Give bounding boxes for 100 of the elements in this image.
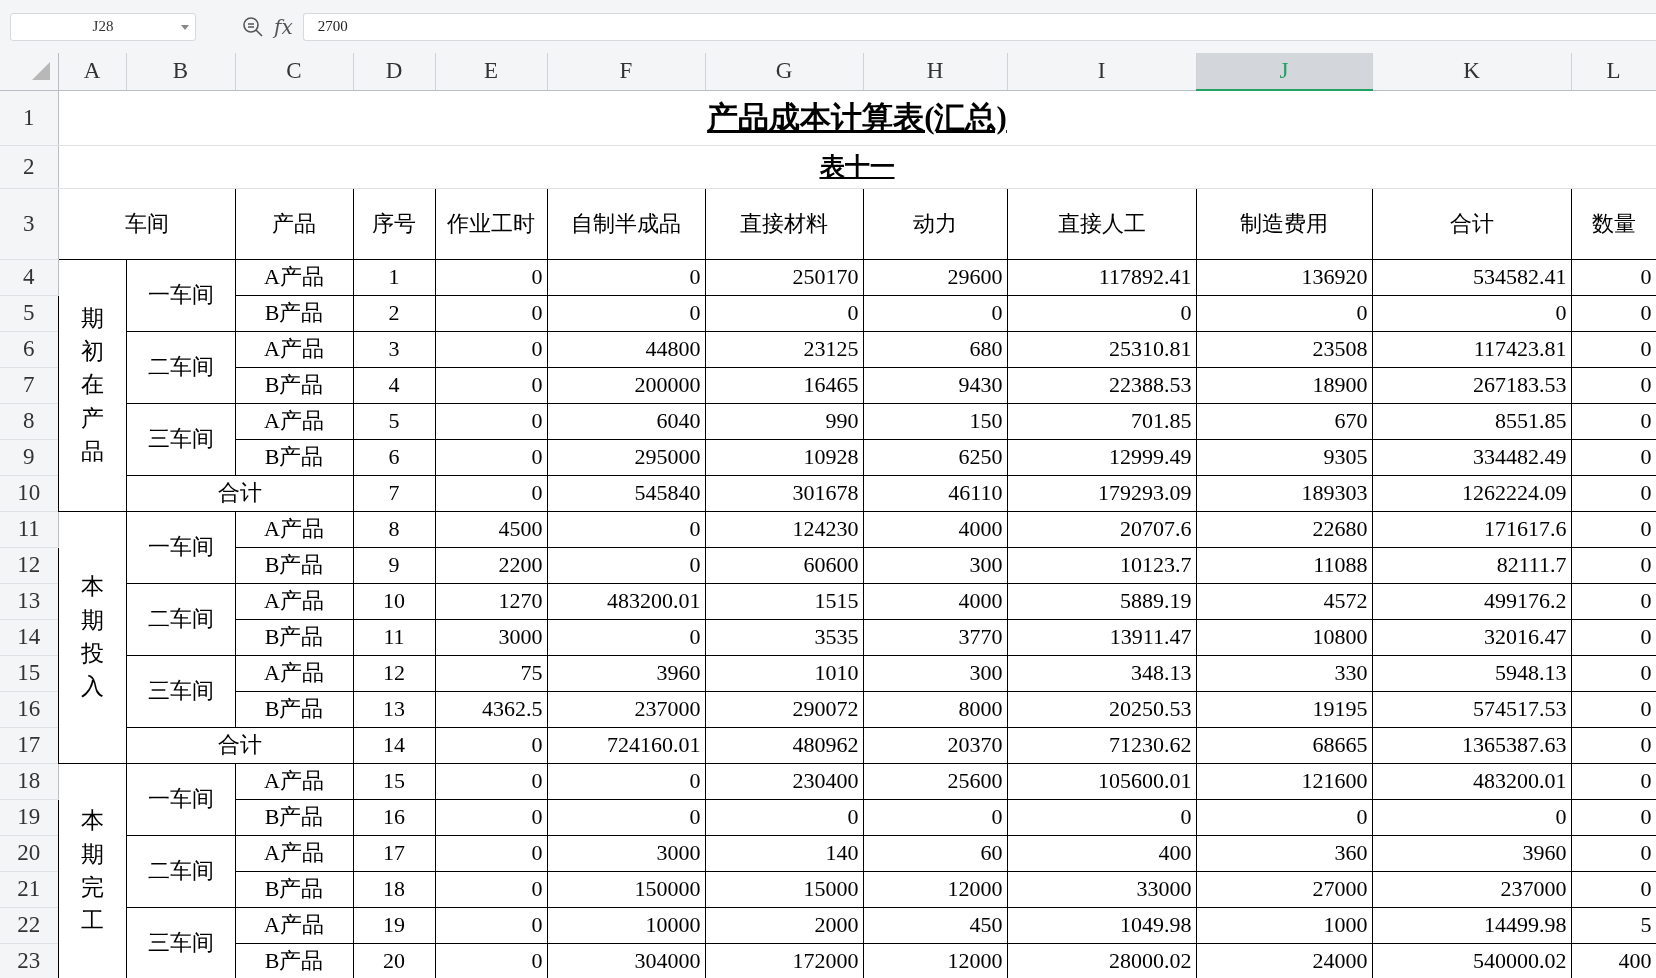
row-header[interactable]: 17	[0, 727, 58, 763]
table-cell: 121600	[1196, 763, 1372, 799]
table-cell: 10928	[705, 439, 863, 475]
product-cell: A产品	[235, 403, 353, 439]
product-cell: A产品	[235, 331, 353, 367]
table-cell: 450	[863, 907, 1007, 943]
table-cell: 60600	[705, 547, 863, 583]
row-header[interactable]: 22	[0, 907, 58, 943]
column-header[interactable]: I	[1007, 53, 1196, 90]
workshop-cell: 一车间	[126, 763, 235, 835]
table-cell: 499176.2	[1372, 583, 1571, 619]
table-cell: 8551.85	[1372, 403, 1571, 439]
table-cell: 25310.81	[1007, 331, 1196, 367]
row-header[interactable]: 15	[0, 655, 58, 691]
row-header[interactable]: 10	[0, 475, 58, 511]
row-header[interactable]: 23	[0, 943, 58, 978]
header-cell: 直接人工	[1007, 188, 1196, 259]
table-cell: 0	[435, 439, 547, 475]
table-cell: 117892.41	[1007, 259, 1196, 295]
table-cell: 0	[435, 763, 547, 799]
workshop-cell: 二车间	[126, 331, 235, 403]
triangle-icon	[32, 62, 50, 81]
table-cell: 3770	[863, 619, 1007, 655]
table-cell: 117423.81	[1372, 331, 1571, 367]
row-header[interactable]: 20	[0, 835, 58, 871]
table-cell: 348.13	[1007, 655, 1196, 691]
row-header[interactable]: 2	[0, 145, 58, 188]
table-cell: 23125	[705, 331, 863, 367]
row-header[interactable]: 8	[0, 403, 58, 439]
seq-cell: 16	[353, 799, 435, 835]
table-cell: 290072	[705, 691, 863, 727]
table-cell: 990	[705, 403, 863, 439]
row-header[interactable]: 3	[0, 188, 58, 259]
table-cell: 4000	[863, 583, 1007, 619]
column-header[interactable]: H	[863, 53, 1007, 90]
table-cell: 295000	[547, 439, 705, 475]
table-cell: 179293.09	[1007, 475, 1196, 511]
table-cell: 150000	[547, 871, 705, 907]
column-header[interactable]: K	[1372, 53, 1571, 90]
row-header[interactable]: 5	[0, 295, 58, 331]
seq-cell: 5	[353, 403, 435, 439]
function-label[interactable]: fx	[274, 14, 293, 39]
row-header[interactable]: 11	[0, 511, 58, 547]
table-cell: 171617.6	[1372, 511, 1571, 547]
table-cell: 3000	[435, 619, 547, 655]
product-cell: B产品	[235, 619, 353, 655]
table-cell: 0	[435, 835, 547, 871]
column-header[interactable]: E	[435, 53, 547, 90]
product-cell: B产品	[235, 871, 353, 907]
seq-cell: 17	[353, 835, 435, 871]
seq-cell: 14	[353, 727, 435, 763]
table-cell: 0	[435, 259, 547, 295]
formula-field[interactable]: 2700	[302, 12, 1656, 41]
table-cell: 230400	[705, 763, 863, 799]
row-header[interactable]: 21	[0, 871, 58, 907]
table-cell: 68665	[1196, 727, 1372, 763]
table-cell: 12999.49	[1007, 439, 1196, 475]
table-cell: 1049.98	[1007, 907, 1196, 943]
total-label: 合计	[126, 727, 353, 763]
table-cell: 483200.01	[547, 583, 705, 619]
column-header[interactable]: C	[235, 53, 353, 90]
row-header[interactable]: 12	[0, 547, 58, 583]
row-header[interactable]: 6	[0, 331, 58, 367]
table-cell: 400	[1007, 835, 1196, 871]
row-header[interactable]: 7	[0, 367, 58, 403]
table-cell: 483200.01	[1372, 763, 1571, 799]
table-cell: 4500	[435, 511, 547, 547]
column-header[interactable]: A	[58, 53, 126, 90]
column-header[interactable]: B	[126, 53, 235, 90]
row-header[interactable]: 1	[0, 90, 58, 145]
zoom-icon[interactable]	[242, 15, 264, 38]
header-cell: 序号	[353, 188, 435, 259]
table-cell: 16465	[705, 367, 863, 403]
row-header[interactable]: 16	[0, 691, 58, 727]
table-cell: 10000	[547, 907, 705, 943]
table-cell: 124230	[705, 511, 863, 547]
total-label: 合计	[126, 475, 353, 511]
row-header[interactable]: 13	[0, 583, 58, 619]
table-cell: 3000	[547, 835, 705, 871]
seq-cell: 11	[353, 619, 435, 655]
column-header[interactable]: F	[547, 53, 705, 90]
table-cell: 701.85	[1007, 403, 1196, 439]
row-header[interactable]: 14	[0, 619, 58, 655]
table-cell: 12000	[863, 871, 1007, 907]
header-cell: 制造费用	[1196, 188, 1372, 259]
row-header[interactable]: 9	[0, 439, 58, 475]
row-header[interactable]: 4	[0, 259, 58, 295]
row-header[interactable]: 18	[0, 763, 58, 799]
table-cell: 724160.01	[547, 727, 705, 763]
column-header[interactable]: D	[353, 53, 435, 90]
name-box[interactable]: J28	[10, 12, 196, 41]
seq-cell: 4	[353, 367, 435, 403]
table-cell: 189303	[1196, 475, 1372, 511]
row-header[interactable]: 19	[0, 799, 58, 835]
column-header[interactable]: G	[705, 53, 863, 90]
table-cell: 0	[547, 511, 705, 547]
table-cell: 0	[547, 619, 705, 655]
workshop-cell: 三车间	[126, 403, 235, 475]
table-cell: 10123.7	[1007, 547, 1196, 583]
column-header[interactable]: L	[1571, 53, 1656, 90]
